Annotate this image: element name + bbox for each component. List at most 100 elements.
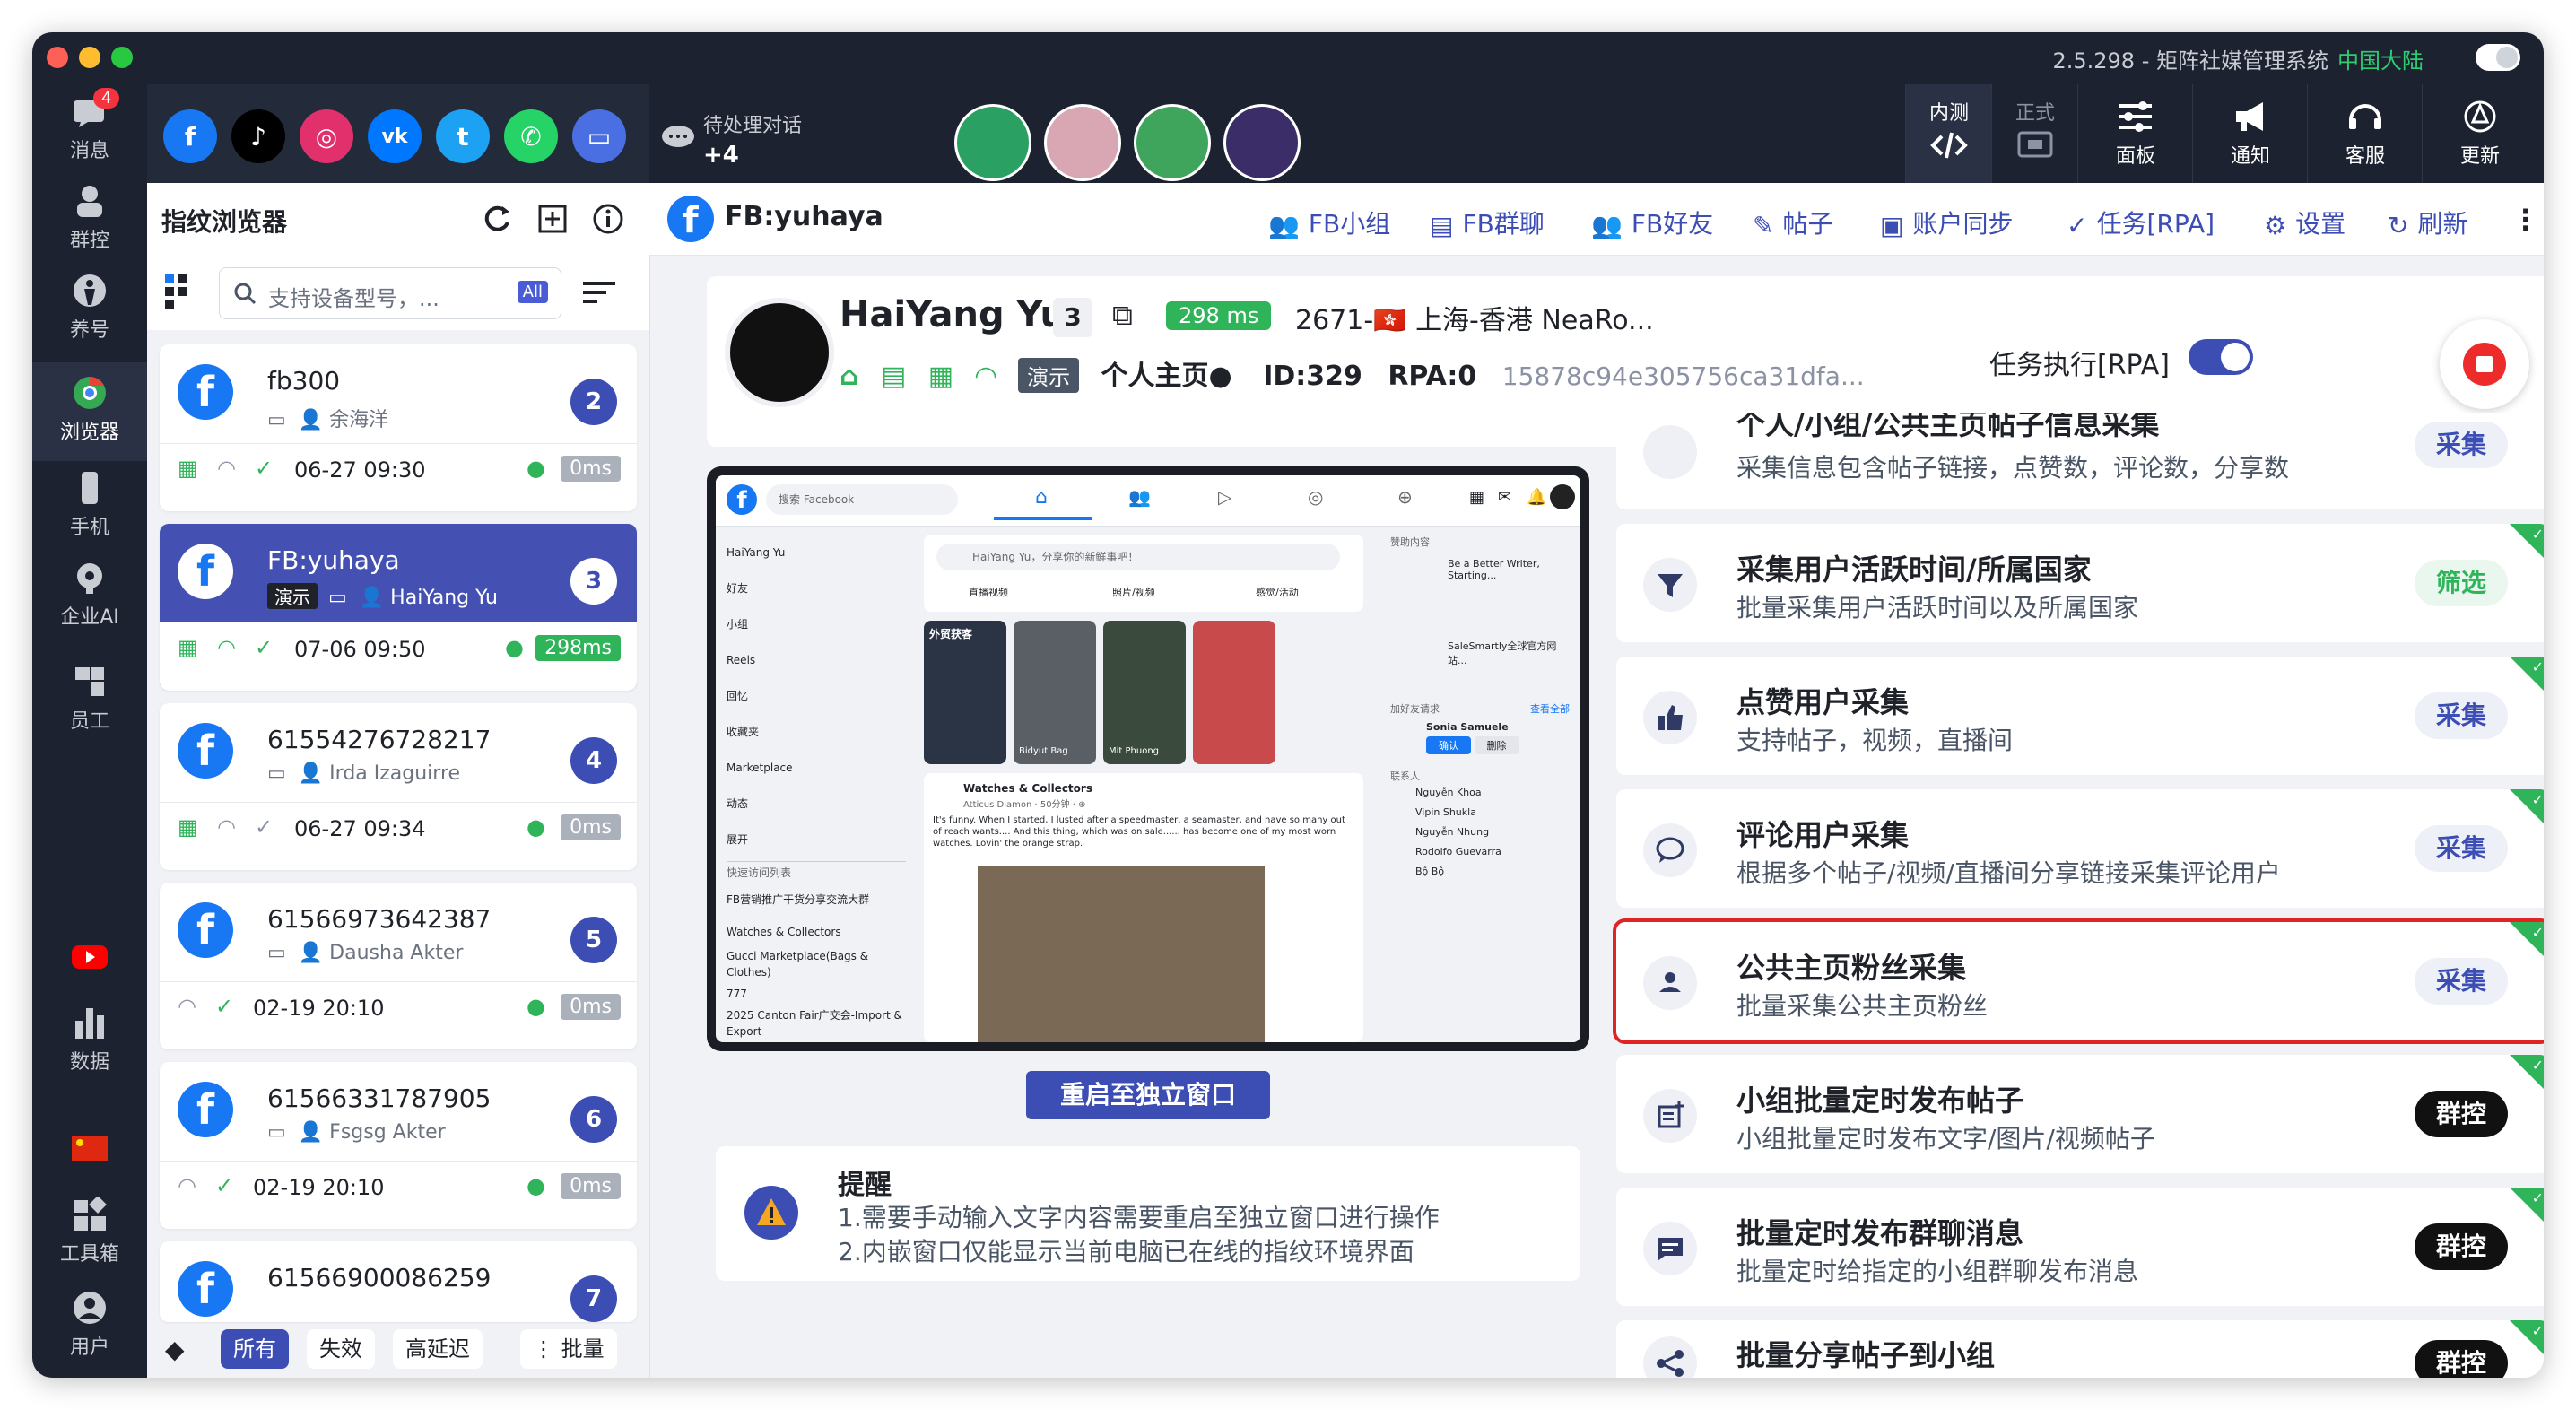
rail-item-phone[interactable]: 手机: [32, 465, 147, 551]
rail-item-browser[interactable]: 浏览器: [32, 362, 147, 461]
fb-shortcut-item[interactable]: Watches & Collectors: [727, 916, 906, 948]
feature-card[interactable]: ✓ 批量分享帖子到小组 群控: [1616, 1320, 2544, 1378]
desktop-app-icon[interactable]: ▭: [572, 109, 626, 163]
feature-card[interactable]: ✓ 小组批量定时发布帖子 小组批量定时发布文字/图片/视频帖子 群控: [1616, 1055, 2544, 1173]
facebook-icon[interactable]: f: [163, 109, 217, 163]
nav-fb-group-chat[interactable]: ▤ FB群聊: [1430, 205, 1545, 240]
add-box-icon[interactable]: [536, 203, 569, 235]
support-button[interactable]: 客服: [2307, 84, 2423, 183]
fb-nav-item[interactable]: 收藏夹: [727, 714, 906, 750]
restart-standalone-button[interactable]: 重启至独立窗口: [1026, 1071, 1270, 1119]
copy-icon[interactable]: ⧉: [1112, 298, 1133, 333]
stop-button[interactable]: [2440, 319, 2529, 409]
env-beta-button[interactable]: 内测: [1905, 84, 1992, 183]
fb-contact-item[interactable]: Vipin Shukla: [1390, 803, 1570, 822]
fb-confirm-button[interactable]: 确认: [1426, 736, 1471, 754]
grid-filter-icon[interactable]: [161, 271, 201, 310]
collect-button[interactable]: 采集: [2414, 825, 2508, 872]
fb-contact-item[interactable]: Bộ Bộ: [1390, 862, 1570, 882]
rail-item-nurture[interactable]: 养号: [32, 267, 147, 353]
fb-shortcut-item[interactable]: Gucci Marketplace(Bags & Clothes): [727, 948, 906, 980]
chat-avatar[interactable]: [954, 104, 1031, 181]
fb-bell-icon[interactable]: 🔔: [1527, 488, 1546, 507]
nav-posts[interactable]: ✎ 帖子: [1753, 205, 1832, 240]
fb-shortcut-item[interactable]: FB营销推广干货分享交流大群: [727, 883, 906, 916]
fb-story-card[interactable]: Mit Phuong: [1103, 621, 1186, 764]
tiktok-icon[interactable]: ♪: [231, 109, 285, 163]
info-icon[interactable]: [592, 203, 624, 235]
group-control-button[interactable]: 群控: [2414, 1091, 2508, 1137]
fb-video-icon[interactable]: ▷: [1218, 486, 1231, 508]
fb-live-video-button[interactable]: 直播视频: [969, 585, 1008, 599]
batch-button[interactable]: ⋮ 批量: [520, 1329, 617, 1369]
chat-avatar[interactable]: [1134, 104, 1211, 181]
profile-card[interactable]: f 61554276728217 ▭ 👤 Irda Izaguirre 4 ▦ …: [160, 703, 637, 870]
feature-card-highlighted[interactable]: ✓ 公共主页粉丝采集 批量采集公共主页粉丝 采集: [1613, 918, 2544, 1044]
nav-account-sync[interactable]: ▣ 账户同步: [1880, 205, 2013, 240]
vk-icon[interactable]: vk: [368, 109, 422, 163]
rail-item-messages[interactable]: 4 消息: [32, 88, 147, 174]
fb-gaming-icon[interactable]: ◎: [1308, 486, 1323, 508]
fb-story-card[interactable]: Bidyut Bag: [1014, 621, 1096, 764]
rail-item-youtube[interactable]: [32, 933, 147, 987]
fb-nav-item[interactable]: 展开: [727, 822, 906, 857]
filter-all-button[interactable]: 所有: [221, 1329, 289, 1369]
device-search-input[interactable]: 支持设备型号，... All: [219, 267, 561, 319]
rail-item-region[interactable]: [32, 1125, 147, 1179]
fb-composer-input[interactable]: HaiYang Yu，分享你的新鲜事吧！: [936, 544, 1340, 570]
rail-item-data[interactable]: 数据: [32, 999, 147, 1085]
more-vert-icon[interactable]: ⋮: [2511, 203, 2540, 237]
fb-feeling-button[interactable]: 感觉/活动: [1256, 585, 1299, 599]
filter-invalid-button[interactable]: 失效: [307, 1329, 375, 1369]
fb-profile-avatar[interactable]: [1550, 484, 1575, 509]
embedded-browser[interactable]: f 搜索 Facebook ⌂ 👥 ▷ ◎ ⊕ ▦ ✉ 🔔 HaiYang Yu…: [707, 466, 1589, 1051]
nav-refresh[interactable]: ↻ 刷新: [2388, 205, 2467, 240]
notify-button[interactable]: 通知: [2192, 84, 2308, 183]
group-control-button[interactable]: 群控: [2414, 1340, 2508, 1378]
sort-icon[interactable]: [581, 278, 617, 307]
fb-groups-icon[interactable]: ⊕: [1397, 486, 1413, 508]
fb-post-group[interactable]: Watches & Collectors: [963, 782, 1092, 795]
fb-nav-item[interactable]: 好友: [727, 570, 906, 606]
rail-item-user[interactable]: 用户: [32, 1284, 147, 1371]
fb-contact-item[interactable]: Nguyễn Khoa: [1390, 783, 1570, 803]
feature-card[interactable]: ✓ 点赞用户采集 支持帖子，视频，直播间 采集: [1616, 657, 2544, 775]
rail-item-toolbox[interactable]: 工具箱: [32, 1191, 147, 1277]
chat-avatar[interactable]: [1223, 104, 1301, 181]
fb-nav-item[interactable]: 动态: [727, 786, 906, 822]
fb-contact-item[interactable]: Rodolfo Guevarra: [1390, 842, 1570, 862]
collect-button[interactable]: 采集: [2414, 692, 2508, 739]
search-scope-badge[interactable]: All: [517, 281, 548, 303]
group-control-button[interactable]: 群控: [2414, 1223, 2508, 1270]
fb-ad-item[interactable]: Be a Better Writer, Starting...: [1390, 549, 1570, 630]
profile-card[interactable]: f 61566331787905 ▭ 👤 Fsgsg Akter 6 ◠ ✓ 0…: [160, 1062, 637, 1229]
feature-card[interactable]: ✓ 采集用户活跃时间/所属国家 批量采集用户活跃时间以及所属国家 筛选: [1616, 524, 2544, 642]
fb-shortcut-item[interactable]: 2025 Canton Fair广交会-Import & Export: [727, 1007, 906, 1040]
profile-card[interactable]: f fb300 ▭ 👤 余海洋 2 ▦ ◠ ✓ 06-27 09:30 ● 0m…: [160, 344, 637, 511]
chat-avatar[interactable]: [1044, 104, 1121, 181]
fb-nav-item[interactable]: 回忆: [727, 678, 906, 714]
fb-nav-item[interactable]: HaiYang Yu: [727, 535, 906, 570]
fb-contact-item[interactable]: Nguyễn Nhung: [1390, 822, 1570, 842]
pending-chats[interactable]: 待处理对话 +4: [703, 109, 802, 169]
nav-settings[interactable]: ⚙ 设置: [2264, 205, 2345, 240]
fb-story-card[interactable]: [1193, 621, 1275, 764]
close-window-button[interactable]: [47, 47, 68, 68]
minimize-window-button[interactable]: [79, 47, 100, 68]
profile-card[interactable]: f 61566900086259 7: [160, 1241, 637, 1322]
collect-button[interactable]: 采集: [2414, 422, 2508, 468]
update-button[interactable]: 更新: [2422, 84, 2537, 183]
env-prod-button[interactable]: 正式: [1991, 84, 2078, 183]
instagram-icon[interactable]: ◎: [300, 109, 353, 163]
tag-icon[interactable]: ◆: [165, 1335, 185, 1364]
rail-item-enterprise-ai[interactable]: 企业AI: [32, 554, 147, 653]
profile-card[interactable]: f 61566973642387 ▭ 👤 Dausha Akter 5 ◠ ✓ …: [160, 883, 637, 1049]
panel-button[interactable]: 面板: [2077, 84, 2193, 183]
nav-fb-groups[interactable]: 👥 FB小组: [1268, 205, 1390, 240]
profile-card-active[interactable]: f FB:yuhaya 演示 ▭ 👤 HaiYang Yu 3 ▦ ◠ ✓ 07-…: [160, 524, 637, 691]
fb-menu-icon[interactable]: ▦: [1469, 488, 1484, 507]
theme-toggle[interactable]: [2476, 44, 2520, 71]
feature-card[interactable]: ✓ 评论用户采集 根据多个帖子/视频/直播间分享链接采集评论用户 采集: [1616, 789, 2544, 908]
feature-card[interactable]: ✓ 批量定时发布群聊消息 批量定时给指定的小组群聊发布消息 群控: [1616, 1188, 2544, 1306]
fb-delete-button[interactable]: 删除: [1474, 736, 1519, 754]
